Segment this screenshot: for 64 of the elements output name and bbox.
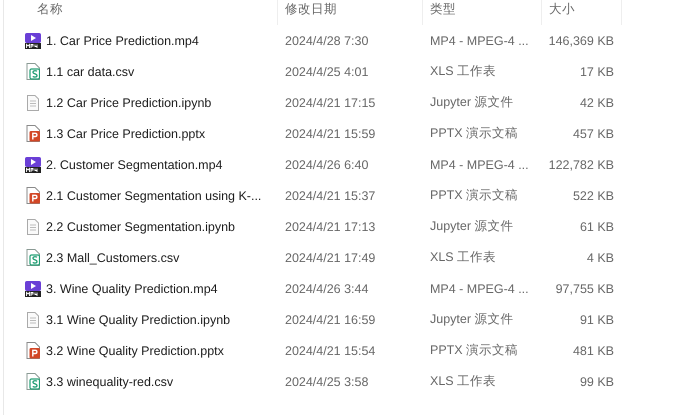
file-name[interactable]: 2.2 Customer Segmentation.ipynb [46, 220, 235, 234]
spreadsheet-file-icon [26, 249, 40, 266]
column-header[interactable]: 类型 [423, 0, 542, 25]
column-header[interactable]: 名称 [24, 0, 278, 25]
document-icon [27, 218, 39, 234]
file-size: 42 KB [578, 94, 615, 112]
file-type: MP4 - MPEG-4 ... [429, 280, 530, 298]
spreadsheet-file-icon [26, 373, 40, 390]
file-name[interactable]: 2.1 Customer Segmentation using K-... [46, 188, 262, 202]
file-size: 61 KB [578, 218, 615, 236]
modified-date: 2024/4/21 17:15 [284, 94, 376, 112]
file-type: PPTX 演示文稿 [429, 187, 520, 204]
file-name[interactable]: 3.2 Wine Quality Prediction.pptx [46, 344, 224, 358]
file-type: Jupyter 源文件 [429, 311, 514, 328]
file-name[interactable]: 1.3 Car Price Prediction.pptx [46, 126, 206, 140]
modified-date: 2024/4/21 15:37 [284, 188, 376, 204]
file-name[interactable]: 1. Car Price Prediction.mp4 [46, 34, 199, 48]
presentation-file-icon [26, 125, 40, 142]
file-size: 17 KB [578, 64, 615, 80]
file-name[interactable]: 1.2 Car Price Prediction.ipynb [46, 96, 212, 110]
file-size: 481 KB [572, 342, 615, 360]
video-file-icon [25, 32, 41, 48]
file-size: 122,782 KB [548, 156, 615, 174]
file-size: 97,755 KB [554, 280, 615, 298]
file-type: MP4 - MPEG-4 ... [429, 32, 530, 50]
file-size: 457 KB [572, 126, 615, 142]
file-name[interactable]: 1.1 car data.csv [46, 64, 134, 78]
modified-date: 2024/4/21 15:59 [284, 126, 376, 142]
modified-date: 2024/4/21 15:54 [284, 342, 376, 360]
modified-date: 2024/4/26 3:44 [284, 280, 370, 298]
file-name[interactable]: 3.1 Wine Quality Prediction.ipynb [46, 312, 230, 326]
spreadsheet-file-icon [26, 63, 40, 80]
column-header[interactable]: 大小 [542, 0, 622, 25]
modified-date: 2024/4/21 17:13 [284, 218, 376, 236]
file-type: XLS 工作表 [429, 63, 498, 80]
file-type: XLS 工作表 [429, 373, 498, 390]
column-header[interactable]: 修改日期 [278, 0, 423, 25]
file-name[interactable]: 3.3 winequality-red.csv [46, 374, 174, 388]
file-type: Jupyter 源文件 [429, 218, 514, 235]
file-size: 91 KB [578, 312, 615, 328]
file-name[interactable]: 2. Customer Segmentation.mp4 [46, 158, 222, 172]
modified-date: 2024/4/21 16:59 [284, 312, 376, 328]
file-type: XLS 工作表 [429, 249, 498, 266]
file-type: PPTX 演示文稿 [429, 342, 520, 359]
presentation-file-icon [26, 187, 40, 204]
file-type: PPTX 演示文稿 [429, 125, 520, 142]
modified-date: 2024/4/25 4:01 [284, 64, 370, 80]
video-file-icon [25, 156, 41, 172]
file-size: 99 KB [578, 374, 615, 390]
modified-date: 2024/4/25 3:58 [284, 374, 370, 390]
modified-date: 2024/4/21 17:49 [284, 250, 376, 266]
file-type: Jupyter 源文件 [429, 94, 514, 111]
presentation-file-icon [26, 342, 40, 359]
modified-date: 2024/4/26 6:40 [284, 156, 370, 174]
file-size: 146,369 KB [548, 32, 615, 50]
file-size: 4 KB [586, 250, 615, 266]
modified-date: 2024/4/28 7:30 [284, 32, 370, 50]
file-name[interactable]: 3. Wine Quality Prediction.mp4 [46, 282, 218, 296]
file-type: MP4 - MPEG-4 ... [429, 156, 530, 174]
video-file-icon [25, 280, 41, 296]
file-size: 522 KB [572, 188, 615, 204]
file-name[interactable]: 2.3 Mall_Customers.csv [46, 250, 180, 264]
document-icon [27, 312, 39, 328]
document-icon [27, 94, 39, 110]
